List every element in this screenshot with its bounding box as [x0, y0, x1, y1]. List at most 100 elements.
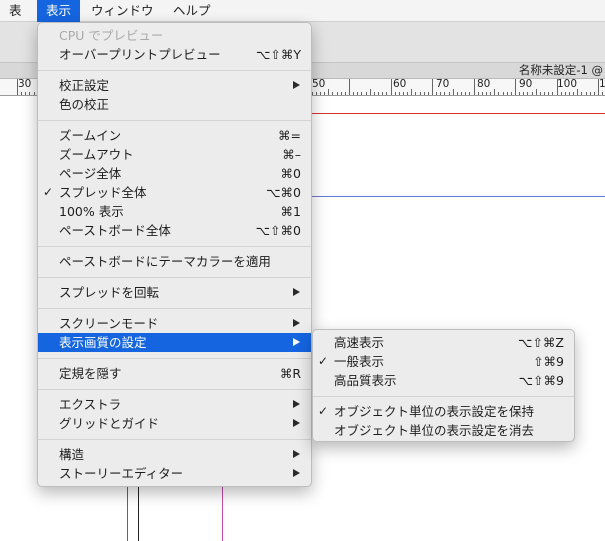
ruler-tick [432, 79, 433, 95]
ruler-tick [515, 79, 516, 95]
menu-item-overprint-preview[interactable]: オーバープリントプレビュー ⌥⇧⌘Y [38, 45, 311, 64]
ruler-tick [444, 92, 445, 95]
ruler-tick [29, 92, 30, 95]
menu-item-label: 高品質表示 [334, 373, 397, 388]
ruler-tick [328, 89, 329, 95]
ruler-tick [436, 92, 437, 95]
ruler-label: 90 [519, 78, 533, 90]
ruler-tick [453, 89, 454, 95]
menu-item-fast-display[interactable]: 高速表示 ⌥⇧⌘Z [313, 333, 574, 352]
ruler-tick [324, 92, 325, 95]
menu-item-shortcut: ⌥⇧⌘Z [518, 335, 564, 350]
menu-item-fit-page[interactable]: ページ全体 ⌘0 [38, 164, 311, 183]
ruler-tick [474, 79, 475, 95]
menu-item-shortcut: ⌘0 [280, 166, 301, 181]
ruler-tick [349, 79, 350, 95]
checkmark-icon: ✓ [43, 185, 54, 199]
ruler-tick [532, 92, 533, 95]
menu-item-pasteboard-theme-color[interactable]: ペーストボードにテーマカラーを適用 [38, 252, 311, 271]
ruler-tick [598, 79, 599, 95]
submenu-arrow-icon [293, 338, 300, 346]
menu-item-clear-object-settings[interactable]: オブジェクト単位の表示設定を消去 [313, 421, 574, 440]
menu-item-rotate-spread[interactable]: スプレッドを回転 [38, 283, 311, 302]
ruler-tick [544, 92, 545, 95]
menu-item-label: オーバープリントプレビュー [59, 47, 221, 62]
ruler-label: 100 [557, 78, 578, 90]
ruler-tick [552, 92, 553, 95]
menu-item-structure[interactable]: 構造 [38, 445, 311, 464]
ruler-tick [565, 92, 566, 95]
document-title: 名称未設定-1 @ [518, 63, 603, 77]
ruler-tick [320, 92, 321, 95]
ruler-tick [353, 92, 354, 95]
menu-separator [313, 396, 574, 397]
menu-separator [38, 439, 311, 440]
ruler-tick [407, 92, 408, 95]
ruler-tick [332, 92, 333, 95]
menu-item-shortcut: ⌥⇧⌘0 [255, 223, 301, 238]
checkmark-icon: ✓ [318, 354, 329, 368]
ruler-tick [511, 92, 512, 95]
ruler-tick [34, 92, 35, 95]
ruler-tick [361, 92, 362, 95]
menu-separator [38, 120, 311, 121]
menu-item-label: CPU でプレビュー [59, 28, 164, 43]
menu-help[interactable]: ヘルプ [173, 0, 211, 22]
ruler-tick [557, 79, 558, 95]
menu-item-screen-mode[interactable]: スクリーンモード [38, 314, 311, 333]
ruler-tick [403, 92, 404, 95]
ruler-tick [569, 92, 570, 95]
menu-item-hide-rulers[interactable]: 定規を隠す ⌘R [38, 364, 311, 383]
menu-item-fit-spread[interactable]: ✓ スプレッド全体 ⌥⌘0 [38, 183, 311, 202]
menu-item-extras[interactable]: エクストラ [38, 395, 311, 414]
menu-item-label: 一般表示 [334, 354, 385, 369]
menu-item-label: ペーストボード全体 [59, 223, 171, 238]
submenu-arrow-icon [293, 419, 300, 427]
menu-item-label: ページ全体 [59, 166, 122, 181]
ruler-tick [602, 92, 603, 95]
ruler-tick [399, 92, 400, 95]
ruler-tick [581, 92, 582, 95]
ruler-label: 60 [393, 78, 407, 90]
menu-item-label: オブジェクト単位の表示設定を保持 [334, 404, 535, 419]
menu-item-label: ストーリーエディター [59, 466, 184, 481]
ruler-tick [316, 92, 317, 95]
menu-window[interactable]: ウィンドウ [91, 0, 154, 22]
ruler-tick [507, 92, 508, 95]
menu-item-label: 高速表示 [334, 335, 385, 350]
menu-item-label: ズームイン [59, 128, 122, 143]
ruler-tick [478, 92, 479, 95]
ruler-tick [594, 92, 595, 95]
menu-item-display-performance[interactable]: 表示画質の設定 [38, 333, 311, 352]
page-edge-line [138, 485, 139, 541]
display-performance-submenu: 高速表示 ⌥⇧⌘Z ✓ 一般表示 ⇧⌘9 高品質表示 ⌥⇧⌘9 ✓ オブジェクト… [312, 329, 575, 442]
menu-item-zoom-out[interactable]: ズームアウト ⌘– [38, 145, 311, 164]
menu-item-entire-pasteboard[interactable]: ペーストボード全体 ⌥⇧⌘0 [38, 221, 311, 240]
ruler-tick [17, 79, 18, 95]
menu-item-story-editor[interactable]: ストーリーエディター [38, 464, 311, 483]
menu-item-shortcut: ⌘– [282, 147, 301, 162]
menu-bar: 表 表示 ウィンドウ ヘルプ [0, 0, 605, 22]
menu-item-proof-colors[interactable]: 色の校正 [38, 95, 311, 114]
ruler-tick [536, 89, 537, 95]
menu-item-actual-size[interactable]: 100% 表示 ⌘1 [38, 202, 311, 221]
ruler-tick [386, 92, 387, 95]
menu-separator [38, 70, 311, 71]
menu-item-high-quality-display[interactable]: 高品質表示 ⌥⇧⌘9 [313, 371, 574, 390]
submenu-arrow-icon [293, 319, 300, 327]
submenu-arrow-icon [293, 400, 300, 408]
menu-view[interactable]: 表示 [37, 0, 81, 22]
menu-table[interactable]: 表 [9, 0, 22, 22]
ruler-tick [586, 92, 587, 95]
ruler-tick [411, 89, 412, 95]
ruler-label: 50 [312, 78, 326, 90]
menu-item-label: グリッドとガイド [59, 416, 160, 431]
menu-item-typical-display[interactable]: ✓ 一般表示 ⇧⌘9 [313, 352, 574, 371]
ruler-tick [503, 92, 504, 95]
menu-item-zoom-in[interactable]: ズームイン ⌘= [38, 126, 311, 145]
menu-item-grids-guides[interactable]: グリッドとガイド [38, 414, 311, 433]
menu-item-cpu-preview: CPU でプレビュー [38, 26, 311, 45]
menu-item-proof-setup[interactable]: 校正設定 [38, 76, 311, 95]
menu-item-keep-object-settings[interactable]: ✓ オブジェクト単位の表示設定を保持 [313, 402, 574, 421]
menu-separator [38, 389, 311, 390]
